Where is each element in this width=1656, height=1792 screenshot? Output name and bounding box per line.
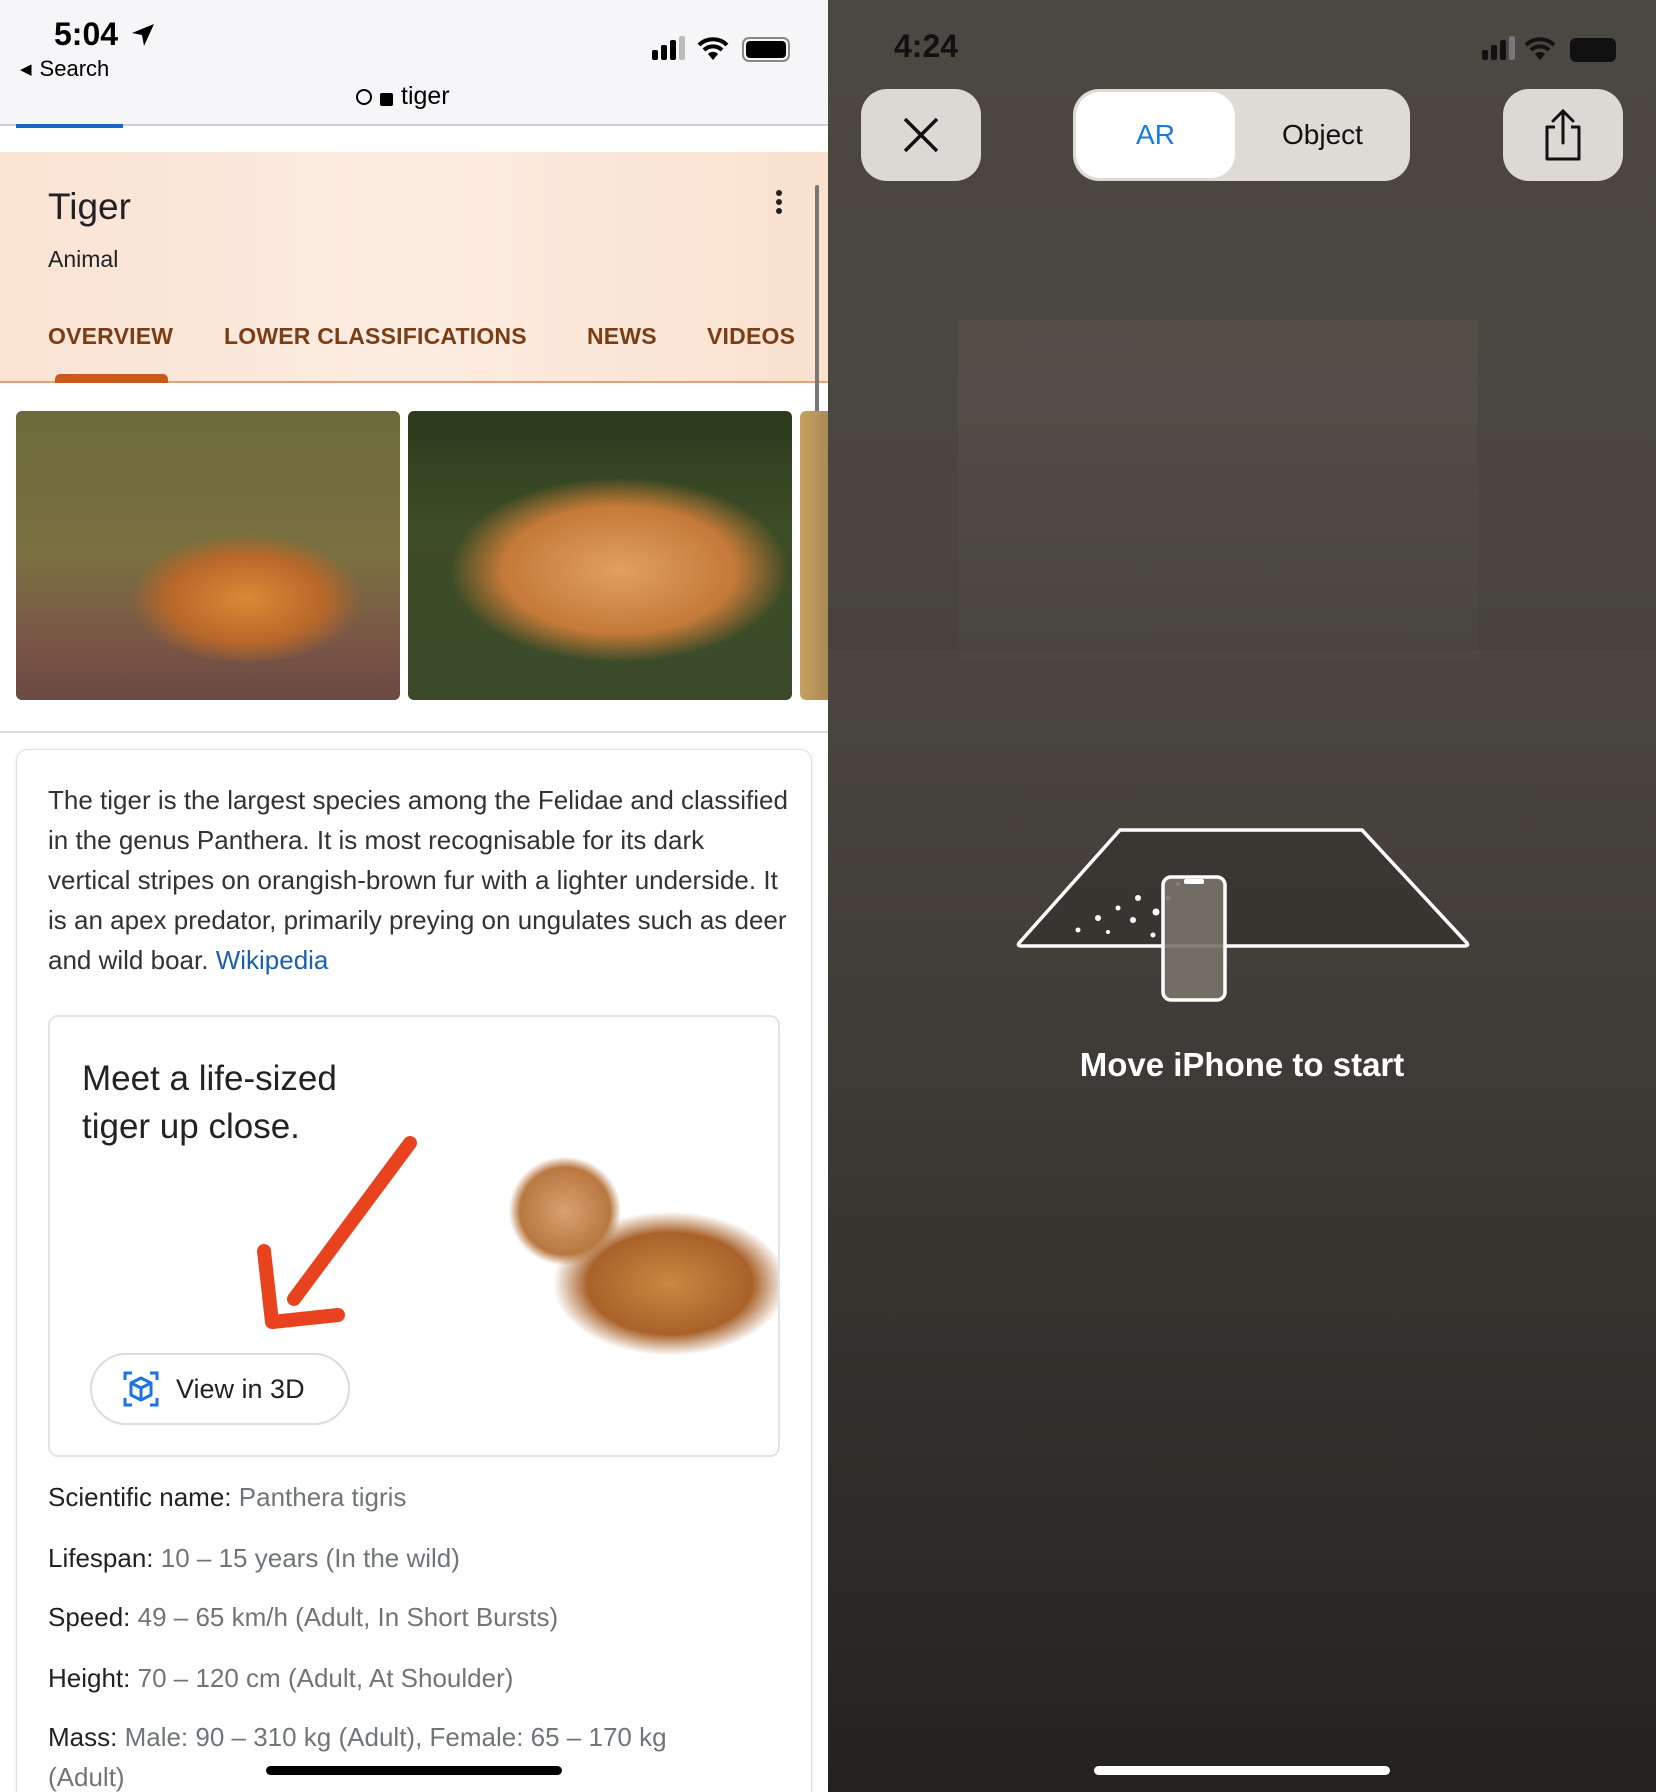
tiger-3d-render[interactable]: [490, 1112, 778, 1442]
tiger-image-3[interactable]: [800, 411, 828, 700]
location-arrow-icon: [132, 24, 154, 46]
home-indicator[interactable]: [266, 1766, 562, 1775]
view-in-3d-button[interactable]: View in 3D: [90, 1353, 350, 1425]
tab-lower-classifications[interactable]: LOWER CLASSIFICATIONS: [224, 323, 527, 350]
back-label: Search: [39, 56, 110, 81]
camera-table: [958, 320, 1478, 660]
tiger-image-2[interactable]: [408, 411, 792, 700]
description: The tiger is the largest species among t…: [48, 780, 788, 980]
battery-icon: [742, 37, 790, 62]
tab-videos[interactable]: VIDEOS: [707, 323, 795, 350]
wifi-icon: [1524, 37, 1556, 60]
ar-quick-look-screen: 4:24 AR Object Move iPhone to start: [828, 0, 1656, 1792]
more-options-icon[interactable]: [776, 190, 784, 214]
google-search-screen: 5:04 ◀ Search tiger Tiger Animal OVERVIE…: [0, 0, 828, 1792]
tiger-image-1[interactable]: [16, 411, 400, 700]
fact-mass-continued: (Adult): [48, 1762, 125, 1792]
close-button[interactable]: [861, 89, 981, 181]
status-time: 5:04: [54, 16, 119, 52]
fact-height: Height: 70 – 120 cm (Adult, At Shoulder): [48, 1663, 514, 1693]
red-arrow-annotation: [251, 1132, 421, 1335]
back-to-search-button[interactable]: ◀ Search: [20, 56, 109, 82]
back-triangle-icon: ◀: [20, 61, 32, 78]
3d-cube-icon: [123, 1371, 159, 1407]
close-icon: [903, 117, 939, 153]
fact-lifespan: Lifespan: 10 – 15 years (In the wild): [48, 1543, 460, 1573]
home-indicator[interactable]: [1094, 1766, 1390, 1775]
lock-icon: [380, 93, 393, 106]
url-text: tiger: [401, 82, 450, 110]
tab-overview[interactable]: OVERVIEW: [48, 323, 173, 350]
signal-icon: [1482, 36, 1515, 60]
status-time: 4:24: [894, 28, 959, 64]
fact-mass: Mass: Male: 90 – 310 kg (Adult), Female:…: [48, 1722, 667, 1752]
fact-speed: Speed: 49 – 65 km/h (Adult, In Short Bur…: [48, 1602, 559, 1632]
promo-line-1: Meet a life-sized: [82, 1059, 337, 1098]
search-icon: [356, 88, 372, 105]
page-load-progress: [16, 124, 123, 128]
wikipedia-link[interactable]: Wikipedia: [216, 945, 329, 975]
divider: [0, 731, 828, 733]
share-icon: [1545, 109, 1581, 161]
move-iphone-illustration: [1016, 828, 1470, 1002]
scrollbar[interactable]: [815, 185, 819, 415]
ar-coaching-hint: Move iPhone to start: [1079, 1046, 1405, 1083]
description-text: The tiger is the largest species among t…: [48, 785, 788, 975]
segment-ar[interactable]: AR: [1076, 92, 1235, 178]
active-tab-indicator: [55, 374, 168, 383]
view-in-3d-promo: Meet a life-sized tiger up close. View i…: [48, 1015, 780, 1457]
url-bar[interactable]: tiger: [356, 82, 450, 111]
entity-title: Tiger: [48, 186, 131, 227]
view-in-3d-label: View in 3D: [176, 1373, 305, 1404]
wifi-icon: [697, 37, 729, 60]
ar-object-toggle: AR Object: [1073, 89, 1410, 181]
share-button[interactable]: [1503, 89, 1623, 181]
segment-object[interactable]: Object: [1238, 92, 1407, 178]
fact-scientific-name: Scientific name: Panthera tigris: [48, 1482, 407, 1512]
tab-news[interactable]: NEWS: [587, 323, 657, 350]
entity-subtitle: Animal: [48, 246, 119, 272]
signal-icon: [652, 36, 685, 60]
battery-icon: [1570, 38, 1616, 62]
